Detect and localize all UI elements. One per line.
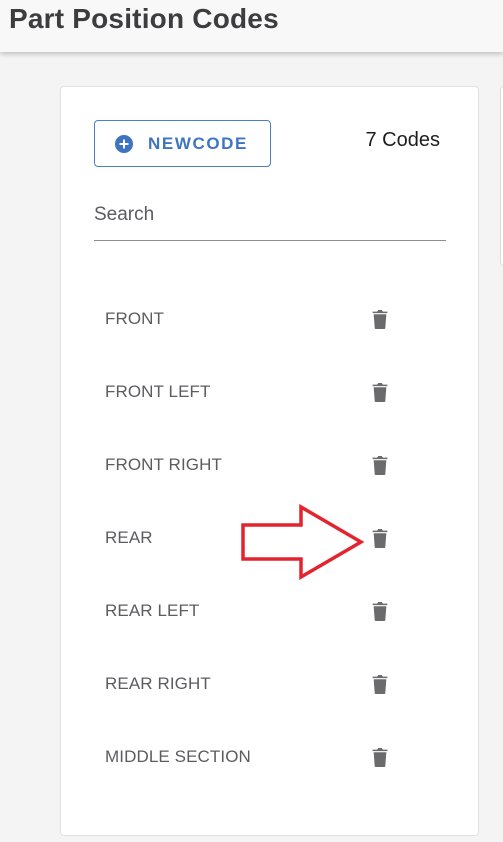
trash-icon[interactable] — [372, 529, 388, 548]
trash-icon[interactable] — [372, 310, 388, 329]
search-field — [94, 199, 446, 241]
code-count: 7 Codes — [365, 129, 441, 151]
trash-icon[interactable] — [372, 602, 388, 621]
plus-circle-icon — [115, 134, 133, 153]
code-label: MIDDLE SECTION — [105, 747, 251, 766]
page-title: Part Position Codes — [9, 3, 279, 34]
app-header: Part Position Codes — [0, 0, 503, 52]
list-item: MIDDLE SECTION — [61, 722, 478, 795]
code-label: REAR — [105, 528, 153, 547]
search-input[interactable] — [94, 199, 446, 231]
codes-card: NEWCODE 7 Codes FRONT FRONT LEFT FRONT R… — [60, 86, 479, 836]
trash-icon[interactable] — [372, 748, 388, 767]
list-item: REAR LEFT — [61, 576, 478, 649]
code-label: FRONT — [105, 309, 165, 328]
trash-icon[interactable] — [372, 675, 388, 694]
list-item: FRONT LEFT — [61, 357, 478, 430]
code-label: REAR RIGHT — [105, 674, 211, 693]
code-label: FRONT LEFT — [105, 382, 211, 401]
list-item: FRONT — [61, 284, 478, 357]
arrow-right-icon — [241, 504, 364, 580]
list-item: FRONT RIGHT — [61, 430, 478, 503]
list-item: REAR RIGHT — [61, 649, 478, 722]
trash-icon[interactable] — [372, 383, 388, 402]
new-code-button[interactable]: NEWCODE — [94, 120, 271, 167]
new-code-button-label: NEWCODE — [148, 133, 248, 153]
code-label: FRONT RIGHT — [105, 455, 222, 474]
code-label: REAR LEFT — [105, 601, 200, 620]
trash-icon[interactable] — [372, 456, 388, 475]
